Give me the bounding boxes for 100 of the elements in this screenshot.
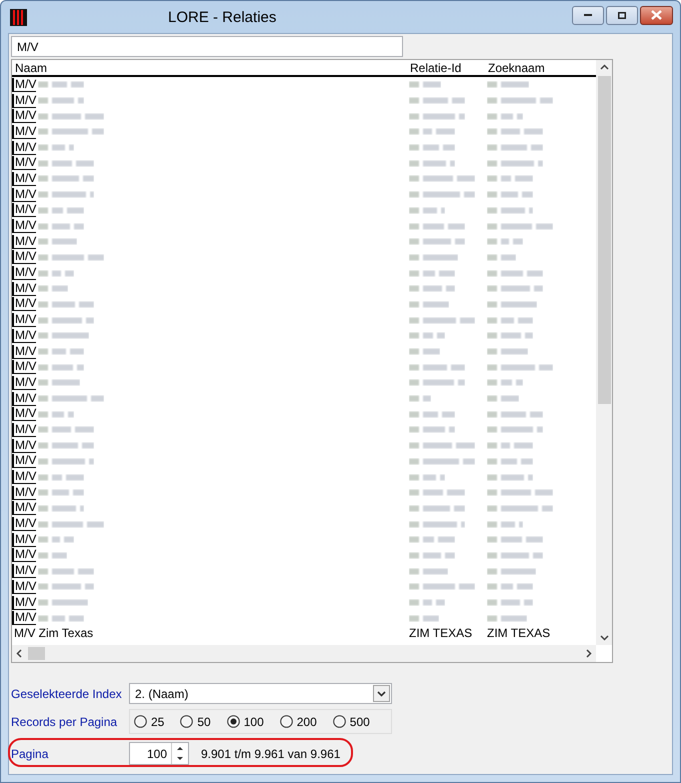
close-button[interactable] (640, 6, 673, 24)
radio-option[interactable]: 25 (134, 714, 164, 728)
blurred-text (487, 489, 553, 496)
table-cell-text: ZIM TEXAS (408, 627, 472, 640)
table-cell: M/V (12, 282, 36, 296)
blurred-text (409, 442, 475, 450)
blurred-text (487, 128, 543, 136)
blurred-text (38, 206, 84, 214)
radio-option[interactable]: 100 (226, 714, 264, 728)
page-spinner[interactable]: 100 (129, 742, 189, 765)
blurred-text (487, 410, 543, 418)
blurred-text (487, 332, 533, 340)
scroll-thumb[interactable] (28, 647, 45, 660)
logo-icon (10, 8, 27, 26)
maximize-button[interactable] (606, 6, 638, 24)
blurred-text (38, 270, 74, 277)
blurred-text (487, 160, 543, 167)
search-field[interactable]: M/V (11, 36, 403, 57)
blurred-text (487, 300, 537, 308)
column-header[interactable]: Naam (12, 60, 48, 74)
table-cell: M/V (12, 219, 36, 234)
blurred-text (409, 175, 475, 182)
blurred-text (38, 614, 84, 622)
blurred-text (38, 160, 94, 167)
table-cell: M/V (12, 422, 36, 437)
blurred-text (409, 270, 455, 277)
table-cell-text: M/V Zim Texas (13, 627, 94, 640)
blurred-text (487, 222, 553, 230)
table-cell: M/V (12, 78, 36, 92)
blurred-text (487, 379, 523, 386)
blurred-text (409, 206, 445, 214)
table-cell: M/V (12, 328, 36, 343)
scroll-thumb[interactable] (598, 76, 611, 404)
blurred-text (487, 81, 529, 88)
column-header[interactable]: Zoeknaam (485, 60, 545, 74)
blurred-text (487, 442, 533, 450)
table-cell: M/V (12, 172, 36, 186)
blurred-text (487, 599, 533, 606)
blurred-text (38, 97, 84, 104)
table-cell: M/V (12, 454, 36, 468)
blurred-text (409, 81, 441, 88)
record-range: 9.901 t/m 9.961 van 9.961 (201, 746, 340, 760)
blurred-text (38, 254, 104, 261)
blurred-text (487, 552, 543, 559)
table-cell: M/V (12, 392, 36, 406)
table-cell: M/V (12, 548, 36, 562)
blurred-text (409, 332, 445, 340)
blurred-text (409, 222, 465, 230)
blurred-text (38, 442, 94, 450)
blurred-text (38, 520, 104, 528)
dropdown-caret-icon[interactable] (377, 690, 386, 696)
blurred-text (487, 364, 553, 371)
blurred-text (487, 191, 533, 198)
blurred-text (38, 568, 94, 575)
horizontal-scrollbar[interactable] (12, 645, 596, 662)
blurred-text (409, 536, 455, 544)
radio-option[interactable]: 50 (180, 714, 211, 728)
blurred-text (409, 144, 455, 152)
blurred-text (487, 144, 543, 152)
blurred-text (487, 474, 533, 481)
blurred-text (409, 300, 449, 308)
blurred-text (487, 254, 516, 261)
table-cell: M/V (12, 360, 36, 374)
blurred-text (38, 599, 88, 606)
table-cell: M/V (12, 486, 36, 500)
blurred-text (38, 395, 104, 402)
table-cell: M/V (12, 266, 36, 280)
dropdown-value: 2. (Naam) (135, 686, 188, 700)
blurred-text (38, 81, 84, 88)
blurred-text (487, 504, 553, 512)
table-cell: M/V (12, 596, 36, 610)
blurred-text (409, 583, 475, 590)
blurred-text (409, 395, 431, 402)
vertical-scrollbar[interactable] (596, 60, 612, 645)
column-header[interactable]: Relatie-Id (407, 60, 462, 74)
table-cell: M/V (12, 532, 36, 547)
table-cell: M/V (12, 94, 36, 108)
minimize-button[interactable] (572, 6, 604, 24)
blurred-text (409, 379, 465, 386)
blurred-text (487, 395, 519, 402)
table-cell: M/V (12, 580, 36, 594)
blurred-text (409, 489, 465, 496)
radio-option[interactable]: 200 (280, 714, 317, 728)
blurred-text (409, 348, 440, 356)
radio-option[interactable]: 500 (332, 714, 370, 728)
blurred-text (38, 175, 94, 182)
blurred-text (409, 474, 445, 481)
blurred-text (487, 536, 543, 544)
blurred-text (38, 112, 104, 120)
table-cell: M/V (12, 124, 36, 139)
index-dropdown[interactable]: 2. (Naam) (129, 683, 392, 704)
blurred-text (487, 348, 528, 356)
table-cell: M/V (12, 376, 36, 390)
blurred-text (38, 536, 74, 544)
blurred-text (38, 489, 84, 496)
table-cell: M/V (12, 156, 36, 170)
blurred-text (487, 614, 527, 622)
blurred-text (38, 379, 80, 386)
blurred-text (487, 206, 533, 214)
blurred-text (409, 191, 475, 198)
